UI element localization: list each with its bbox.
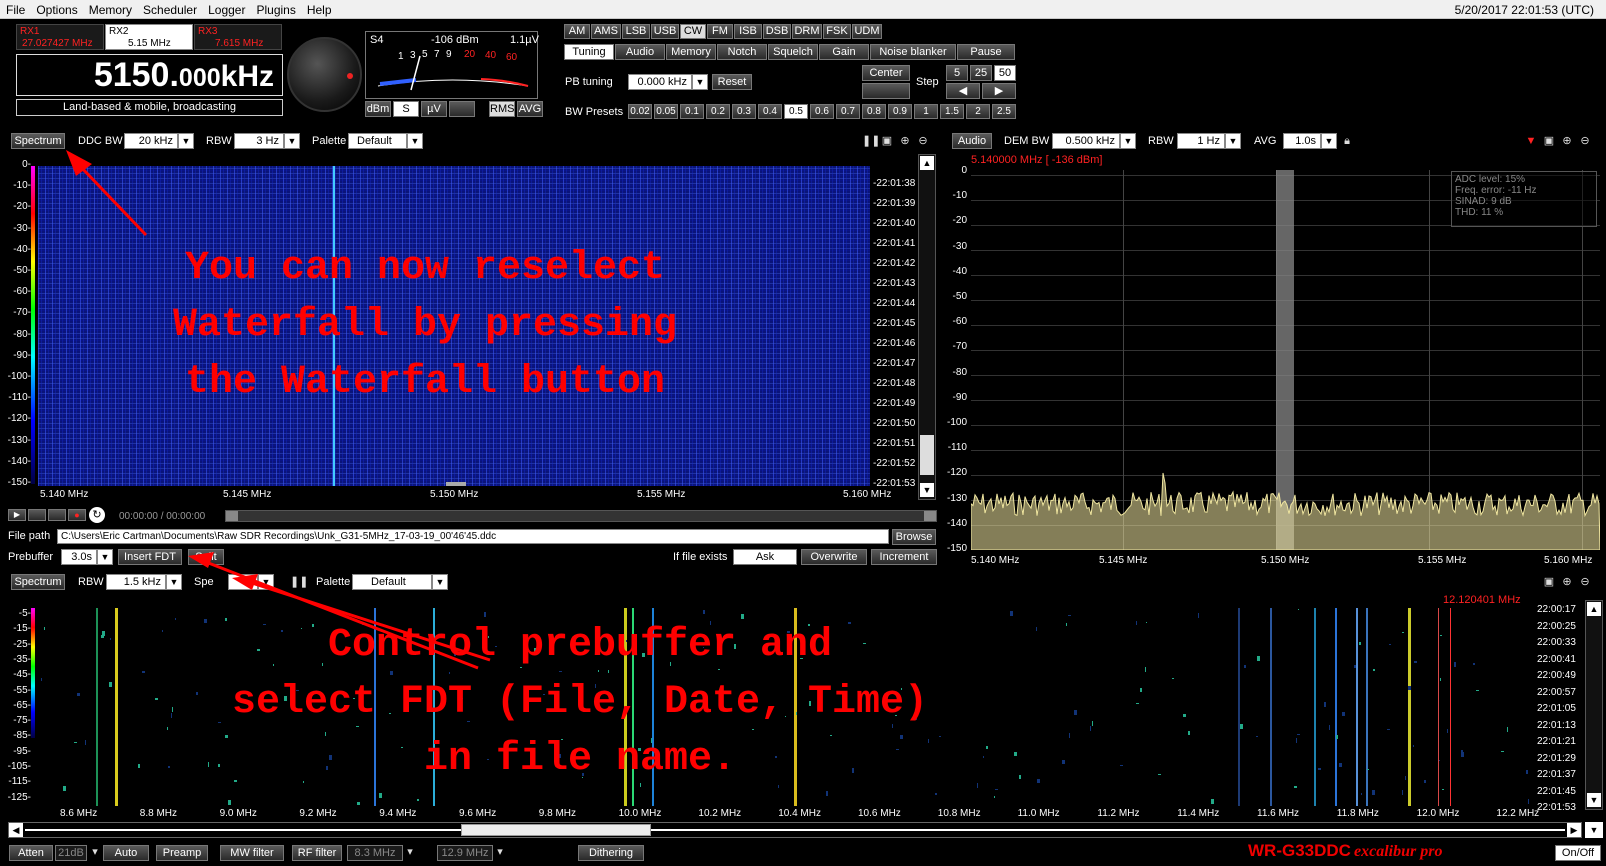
annotation-waterfall: You can now reselect Waterfall by pressi… [172,246,678,405]
annotation-prebuffer: Control prebuffer and select FDT (File, … [231,623,929,782]
